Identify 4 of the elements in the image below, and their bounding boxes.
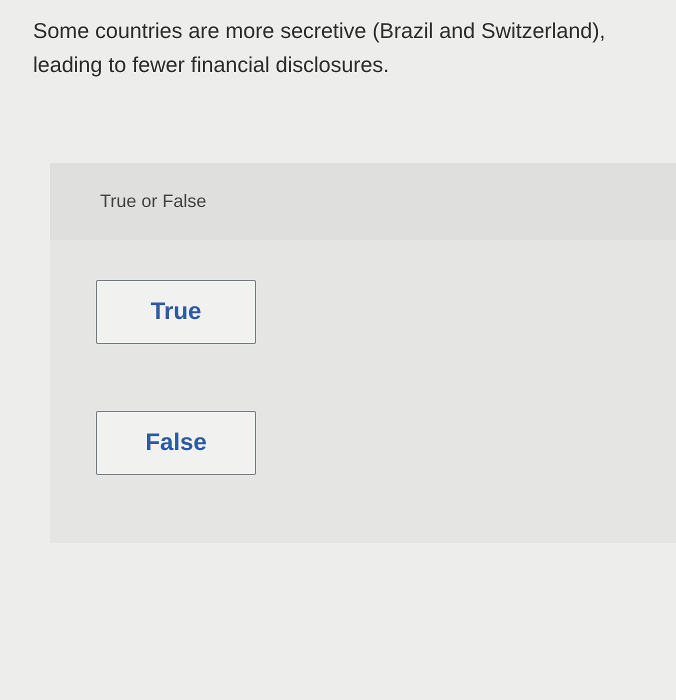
answer-option[interactable]: False — [96, 411, 256, 475]
answer-option[interactable]: True — [96, 280, 256, 344]
prompt-text: True or False — [100, 190, 206, 213]
question-text: Some countries are more secretive (Brazil and Switzerland), leading to fewer financial disclosures. — [33, 18, 606, 79]
